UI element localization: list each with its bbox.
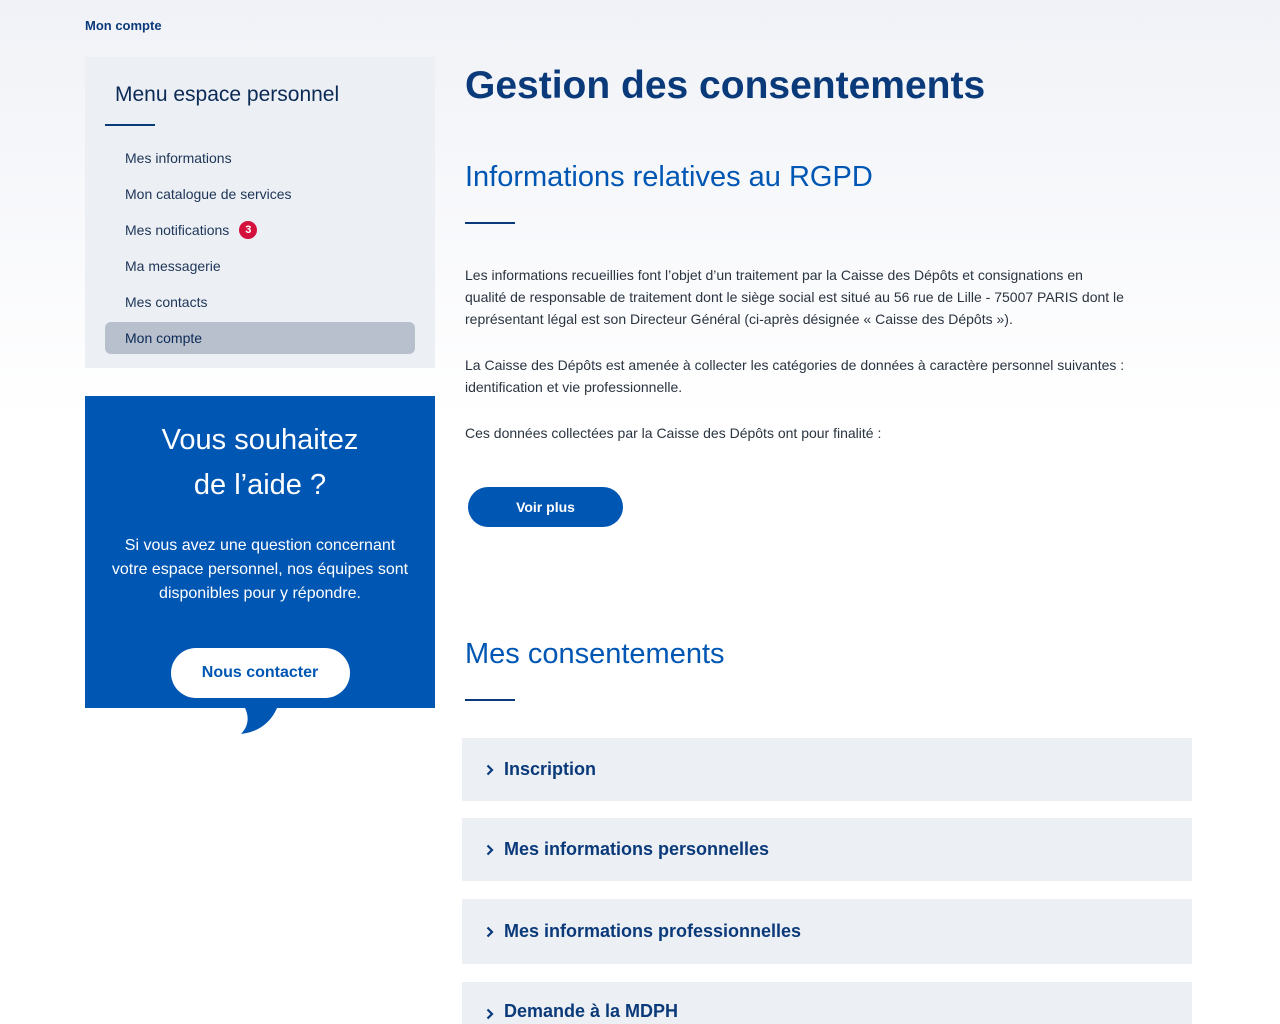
accordion-label: Demande à la MDPH — [504, 1001, 679, 1021]
chevron-right-icon — [486, 926, 494, 937]
sidebar-item-catalogue[interactable]: Mon catalogue de services — [105, 176, 415, 212]
accordion-infos-professionnelles[interactable]: Mes informations professionnelles — [462, 899, 1192, 964]
contact-button[interactable]: Nous contacter — [170, 648, 350, 698]
rgpd-paragraph: Les informations recueillies font l’obje… — [465, 267, 1124, 327]
help-box: Vous souhaitez de l’aide ? Si vous avez … — [85, 396, 435, 734]
sidebar-item-label: Mon catalogue de services — [125, 186, 292, 202]
rgpd-section-title: Informations relatives au RGPD — [465, 161, 873, 193]
help-title-line1: Vous souhaitez — [161, 424, 359, 456]
breadcrumb: Mon compte — [85, 18, 162, 33]
accordion-label: Inscription — [504, 759, 597, 779]
accordion-infos-personnelles[interactable]: Mes informations personnelles — [462, 818, 1192, 881]
chevron-right-icon — [486, 1008, 494, 1020]
sidebar-title: Menu espace personnel — [115, 83, 340, 106]
sidebar-item-label: Mes contacts — [125, 294, 208, 310]
sidebar-list: Mes informations Mon catalogue de servic… — [105, 140, 415, 354]
accordion-inscription[interactable]: Inscription — [462, 738, 1192, 801]
breadcrumb-current: Mon compte — [85, 18, 162, 33]
speech-bubble-tail-icon — [241, 708, 277, 734]
consents-section-title: Mes consentements — [465, 638, 725, 670]
sidebar-item-messagerie[interactable]: Ma messagerie — [105, 248, 415, 284]
sidebar-item-label: Mes notifications — [125, 222, 230, 238]
sidebar-item-notifications[interactable]: Mes notifications 3 — [105, 212, 415, 248]
sidebar-item-mes-informations[interactable]: Mes informations — [105, 140, 415, 176]
rgpd-section-rule — [465, 222, 515, 224]
rgpd-paragraph: Ces données collectées par la Caisse des… — [465, 425, 882, 441]
page-title: Gestion des consentements — [465, 64, 986, 107]
sidebar-item-mon-compte[interactable]: Mon compte — [105, 322, 415, 354]
rgpd-paragraph: La Caisse des Dépôts est amenée à collec… — [465, 357, 1125, 395]
help-text: Si vous avez une question concernant vot… — [111, 537, 409, 602]
chevron-right-icon — [486, 844, 494, 855]
chevron-right-icon — [486, 764, 494, 775]
sidebar-item-contacts[interactable]: Mes contacts — [105, 284, 415, 320]
help-title-line2: de l’aide ? — [193, 469, 327, 501]
accordion-demande-mdph[interactable]: Demande à la MDPH — [462, 982, 1192, 1024]
accordion-label: Mes informations professionnelles — [504, 921, 802, 941]
notification-count-badge: 3 — [239, 221, 258, 239]
voir-plus-button[interactable]: Voir plus — [468, 487, 623, 527]
sidebar-item-label: Mon compte — [125, 330, 203, 346]
sidebar-menu: Menu espace personnel Mes informations M… — [85, 57, 435, 368]
sidebar-item-label: Mes informations — [125, 150, 232, 166]
consents-section-rule — [465, 699, 515, 701]
help-title: Vous souhaitez de l’aide ? — [85, 418, 435, 508]
accordion-label: Mes informations personnelles — [504, 839, 770, 859]
sidebar-item-label: Ma messagerie — [125, 258, 221, 274]
sidebar-title-rule — [105, 124, 155, 126]
